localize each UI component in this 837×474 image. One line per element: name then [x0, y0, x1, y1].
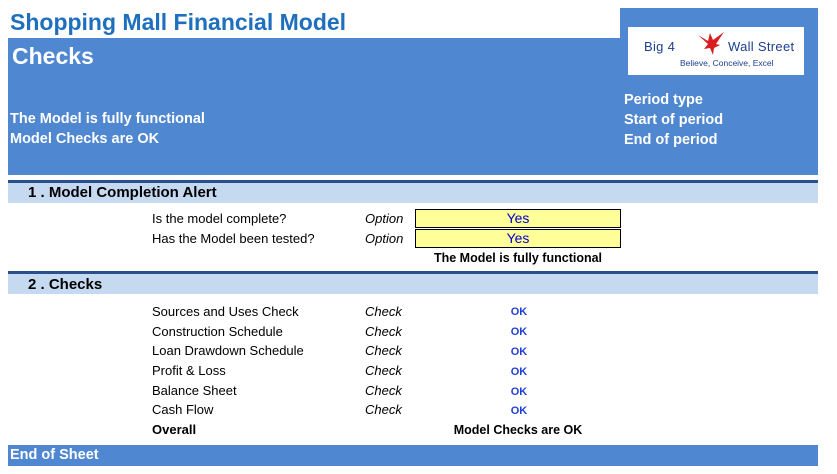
section-header-band: [8, 274, 818, 294]
check-status-value: OK: [510, 326, 528, 338]
check-row-type: Check: [365, 402, 402, 417]
check-row-type: Check: [365, 343, 402, 358]
end-of-sheet-label: End of Sheet: [10, 447, 99, 463]
app-title: Shopping Mall Financial Model: [10, 9, 347, 35]
option-row-label: Has the Model been tested?: [152, 231, 315, 246]
checks-status-text: Model Checks are OK: [10, 131, 160, 147]
header-band: [8, 38, 620, 175]
footer-band: [8, 445, 818, 466]
sheet-title: Checks: [12, 43, 94, 69]
completion-summary: The Model is fully functional: [433, 251, 603, 265]
logo-text-left: Big 4: [644, 39, 676, 54]
section-title-completion: 1 . Model Completion Alert: [28, 184, 217, 201]
end-of-period-label: End of period: [624, 132, 718, 148]
option-row-type: Option: [365, 211, 404, 226]
check-status-value: OK: [510, 405, 528, 417]
period-type-label: Period type: [624, 92, 703, 108]
start-of-period-label: Start of period: [624, 112, 724, 128]
company-logo: Big 4 Wall Street Believe, Conceive, Exc…: [628, 27, 804, 75]
check-status-value: OK: [510, 366, 528, 378]
check-row-type: Check: [365, 383, 402, 398]
option-row-type: Option: [365, 231, 404, 246]
check-row-label: Loan Drawdown Schedule: [152, 343, 304, 358]
check-status-value: OK: [510, 386, 528, 398]
check-status-value: OK: [510, 346, 528, 358]
check-row-type: Check: [365, 324, 402, 339]
check-row-label: Construction Schedule: [152, 324, 283, 339]
section-title-checks: 2 . Checks: [28, 276, 103, 293]
model-tested-select[interactable]: Yes: [415, 229, 621, 248]
eagle-icon: [698, 32, 724, 55]
overall-label: Overall: [152, 422, 197, 437]
logo-tagline: Believe, Conceive, Excel: [680, 58, 774, 68]
model-status-text: The Model is fully functional: [10, 111, 205, 127]
overall-status: Model Checks are OK: [453, 423, 583, 437]
check-row-label: Sources and Uses Check: [152, 304, 299, 319]
check-row-type: Check: [365, 304, 402, 319]
check-row-label: Cash Flow: [152, 402, 214, 417]
check-status-value: OK: [510, 306, 528, 318]
check-row-label: Profit & Loss: [152, 363, 226, 378]
option-row-label: Is the model complete?: [152, 211, 287, 226]
logo-text-right: Wall Street: [728, 39, 795, 54]
check-row-type: Check: [365, 363, 402, 378]
check-row-label: Balance Sheet: [152, 383, 237, 398]
model-complete-select[interactable]: Yes: [415, 209, 621, 228]
